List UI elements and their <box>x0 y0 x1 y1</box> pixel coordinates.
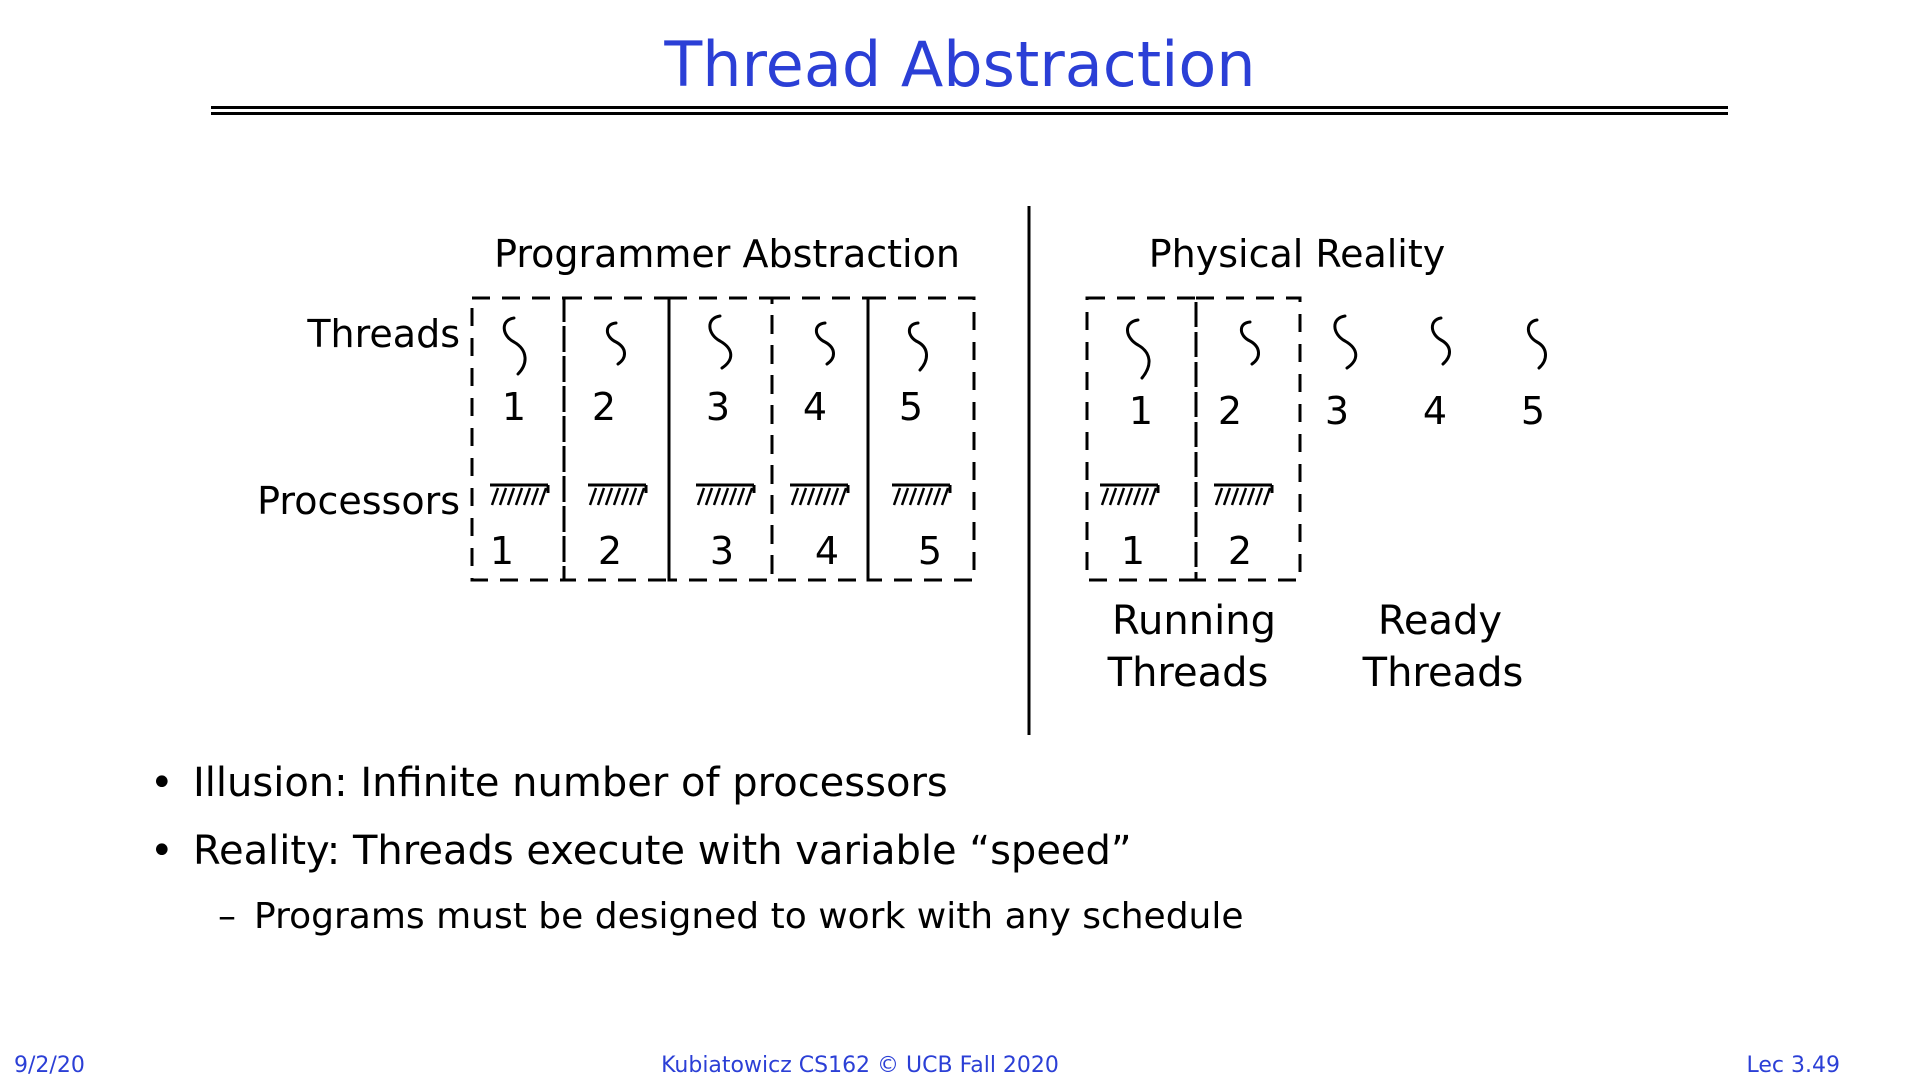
sub-bullet-text: Programs must be designed to work with a… <box>254 896 1244 937</box>
thread-icon <box>907 321 928 372</box>
footer-course: Kubiatowicz CS162 © UCB Fall 2020 <box>661 1053 1059 1078</box>
processor-number: 5 <box>918 529 942 573</box>
state-labels: Running Threads Ready Threads <box>1107 598 1524 696</box>
thread-icon <box>1239 320 1260 366</box>
bullet-marker: • <box>150 760 174 806</box>
thread-icon <box>1526 318 1547 370</box>
thread-icon <box>708 314 733 370</box>
processor-icon <box>488 483 550 507</box>
thread-number: 3 <box>706 385 730 429</box>
reality-thread-icons <box>1126 314 1547 380</box>
bullet-text: Illusion: Infinite number of processors <box>193 760 948 806</box>
threads-row-label: Threads <box>306 312 460 356</box>
thread-icon <box>1430 316 1451 366</box>
processor-icon <box>586 483 648 507</box>
abstraction-processor-numbers: 1 2 3 4 5 <box>490 529 942 573</box>
programmer-abstraction-heading: Programmer Abstraction <box>494 232 960 276</box>
sub-bullet-marker: – <box>218 896 236 937</box>
bullet-text: Reality: Threads execute with variable “… <box>193 828 1132 874</box>
running-label-line2: Threads <box>1107 650 1269 696</box>
abstraction-thread-icons <box>502 314 928 376</box>
abstraction-box-1 <box>470 296 566 582</box>
ready-label-line2: Threads <box>1362 650 1524 696</box>
thread-icon <box>1333 314 1358 370</box>
processor-icon <box>890 483 952 507</box>
processor-number: 2 <box>598 529 622 573</box>
physical-reality-heading: Physical Reality <box>1149 232 1446 276</box>
processor-number: 1 <box>490 529 514 573</box>
thread-number: 4 <box>1423 389 1447 433</box>
reality-thread-numbers: 1 2 3 4 5 <box>1129 389 1545 433</box>
footer-lecture: Lec 3.49 <box>1746 1053 1840 1078</box>
thread-number: 1 <box>502 385 526 429</box>
processor-icon <box>694 483 756 507</box>
thread-number: 5 <box>899 385 923 429</box>
processor-icon <box>788 483 850 507</box>
thread-icon <box>502 316 527 376</box>
processor-icon <box>1212 483 1274 507</box>
thread-icon <box>814 321 835 366</box>
sub-bullet-item: – Programs must be designed to work with… <box>218 896 1244 937</box>
bullet-list: • Illusion: Infinite number of processor… <box>150 760 1244 937</box>
bullet-item: • Reality: Threads execute with variable… <box>150 828 1244 874</box>
abstraction-processor-icons <box>488 483 952 507</box>
processor-number: 3 <box>710 529 734 573</box>
processor-number: 4 <box>815 529 839 573</box>
running-label-line1: Running <box>1112 598 1276 644</box>
thread-number: 5 <box>1521 389 1545 433</box>
reality-processor-numbers: 1 2 <box>1121 529 1252 573</box>
reality-boxes <box>1085 296 1302 582</box>
thread-number: 1 <box>1129 389 1153 433</box>
bullet-marker: • <box>150 828 174 874</box>
thread-number: 4 <box>803 385 827 429</box>
thread-number: 3 <box>1325 389 1349 433</box>
processors-row-label: Processors <box>257 479 460 523</box>
ready-label-line1: Ready <box>1378 598 1502 644</box>
thread-icon <box>1126 318 1151 380</box>
processor-number: 1 <box>1121 529 1145 573</box>
processor-icon <box>1098 483 1160 507</box>
bullet-item: • Illusion: Infinite number of processor… <box>150 760 1244 806</box>
reality-processor-icons <box>1098 483 1274 507</box>
processor-number: 2 <box>1228 529 1252 573</box>
thread-icon <box>605 321 626 366</box>
thread-number: 2 <box>1218 389 1242 433</box>
thread-number: 2 <box>592 385 616 429</box>
